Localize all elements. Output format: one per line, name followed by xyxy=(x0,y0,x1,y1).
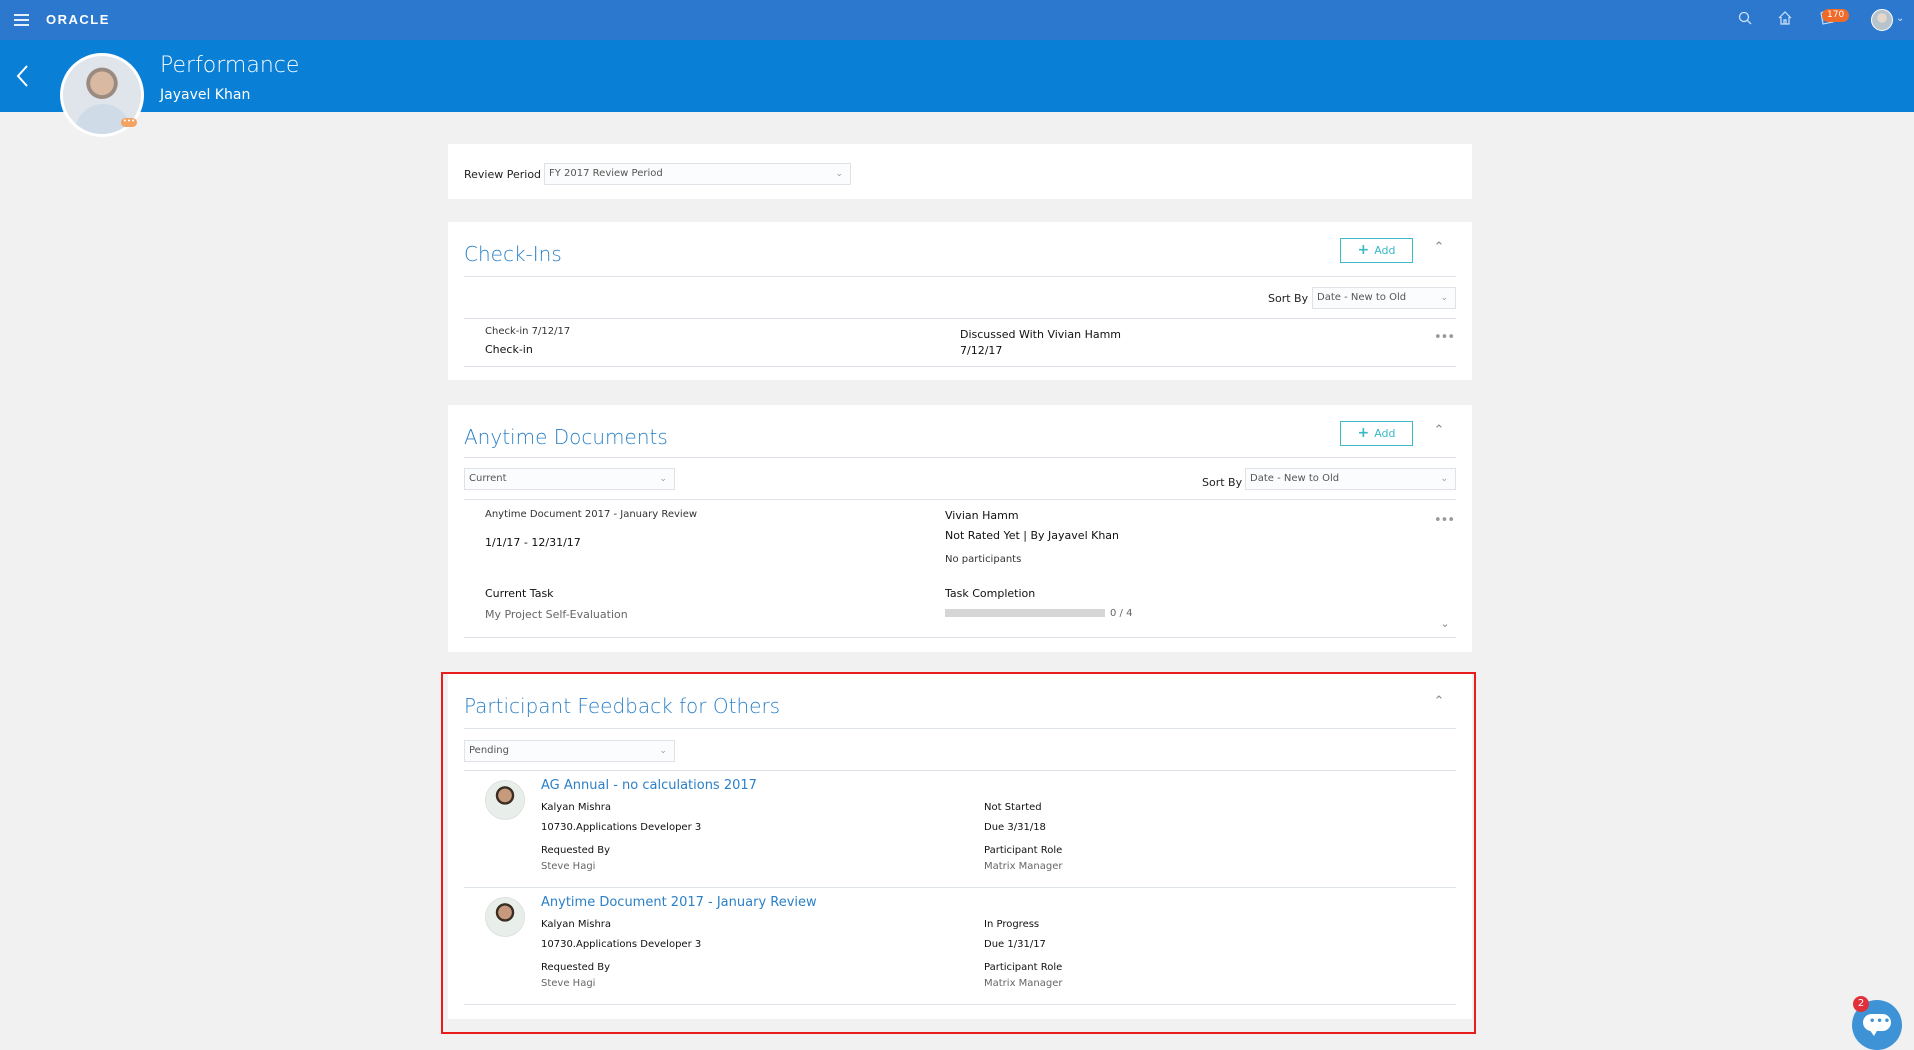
task-completion-count: 0 / 4 xyxy=(1110,608,1133,619)
sort-by-label: Sort By xyxy=(1202,476,1243,489)
participant-feedback-card: Participant Feedback for Others ⌃ Pendin… xyxy=(448,674,1472,1019)
presence-more-icon[interactable]: ••• xyxy=(121,118,137,127)
chevron-down-icon: ⌄ xyxy=(659,474,667,484)
current-task-value: My Project Self-Evaluation xyxy=(485,608,628,621)
feedback-status-filter-select[interactable]: Pending ⌄ xyxy=(464,740,675,762)
user-avatar[interactable] xyxy=(1871,9,1893,31)
more-actions-icon[interactable]: ••• xyxy=(1434,330,1455,345)
anytime-documents-title: Anytime Documents xyxy=(464,425,668,449)
chevron-down-icon[interactable]: ⌄ xyxy=(1896,13,1904,24)
check-in-date: 7/12/17 xyxy=(960,344,1003,357)
chevron-down-icon: ⌄ xyxy=(835,169,843,179)
anytime-documents-card: Anytime Documents + Add ⌃ Current ⌄ Sort … xyxy=(448,405,1472,652)
review-period-card: Review Period FY 2017 Review Period ⌄ xyxy=(448,144,1472,199)
menu-icon[interactable] xyxy=(14,14,29,26)
search-icon[interactable] xyxy=(1735,10,1755,30)
add-check-in-button[interactable]: + Add xyxy=(1340,238,1413,263)
divider xyxy=(464,728,1456,729)
home-icon[interactable] xyxy=(1775,10,1795,30)
feedback-document-link[interactable]: AG Annual - no calculations 2017 xyxy=(541,778,757,793)
top-navigation-bar: ORACLE 170 ⌄ xyxy=(0,0,1914,40)
divider xyxy=(464,637,1456,638)
feedback-document-link[interactable]: Anytime Document 2017 - January Review xyxy=(541,895,817,910)
divider xyxy=(464,499,1456,500)
chevron-down-icon: ⌄ xyxy=(1440,474,1448,484)
requested-by-value: Steve Hagi xyxy=(541,978,596,989)
divider xyxy=(464,318,1456,319)
anytime-documents-sort-select[interactable]: Date - New to Old ⌄ xyxy=(1245,468,1456,490)
participant-role-value: Matrix Manager xyxy=(984,978,1063,989)
divider xyxy=(464,276,1456,277)
chevron-down-icon: ⌄ xyxy=(659,746,667,756)
participant-job: 10730.Applications Developer 3 xyxy=(541,822,702,833)
participant-role-value: Matrix Manager xyxy=(984,861,1063,872)
participant-avatar xyxy=(485,897,525,937)
feedback-due-date: Due 1/31/17 xyxy=(984,939,1046,950)
collapse-chevron-up-icon[interactable]: ⌃ xyxy=(1430,694,1448,709)
document-date-range: 1/1/17 - 12/31/17 xyxy=(485,536,581,549)
expand-chevron-down-icon[interactable]: ⌄ xyxy=(1436,617,1454,631)
oracle-logo: ORACLE xyxy=(46,12,110,27)
page-header: ••• Performance Jayavel Khan xyxy=(0,40,1914,137)
back-button[interactable] xyxy=(14,62,32,90)
divider xyxy=(464,457,1456,458)
current-task-label: Current Task xyxy=(485,587,554,600)
requested-by-label: Requested By xyxy=(541,962,611,973)
feedback-due-date: Due 3/31/18 xyxy=(984,822,1046,833)
check-in-discussed-with: Discussed With Vivian Hamm xyxy=(960,328,1122,341)
divider xyxy=(464,887,1456,888)
participant-feedback-title: Participant Feedback for Others xyxy=(464,694,781,718)
filter-value: Current xyxy=(469,473,507,484)
document-status-filter-select[interactable]: Current ⌄ xyxy=(464,468,675,490)
check-ins-card: Check-Ins + Add ⌃ Sort By Date - New to O… xyxy=(448,222,1472,380)
feedback-status: In Progress xyxy=(984,919,1040,930)
sort-by-label: Sort By xyxy=(1268,292,1309,305)
review-period-select[interactable]: FY 2017 Review Period ⌄ xyxy=(544,163,851,185)
page-title: Performance xyxy=(160,53,300,78)
collapse-chevron-up-icon[interactable]: ⌃ xyxy=(1430,240,1448,255)
check-ins-title: Check-Ins xyxy=(464,242,562,266)
participant-name: Kalyan Mishra xyxy=(541,802,612,813)
participant-name: Kalyan Mishra xyxy=(541,919,612,930)
check-in-link[interactable]: Check-in 7/12/17 xyxy=(485,326,570,337)
plus-icon: + xyxy=(1357,425,1370,441)
participant-role-label: Participant Role xyxy=(984,845,1063,856)
document-link[interactable]: Anytime Document 2017 - January Review xyxy=(485,509,697,520)
divider xyxy=(464,770,1456,771)
requested-by-value: Steve Hagi xyxy=(541,861,596,872)
check-ins-sort-select[interactable]: Date - New to Old ⌄ xyxy=(1312,287,1456,309)
participant-job: 10730.Applications Developer 3 xyxy=(541,939,702,950)
add-label: Add xyxy=(1374,244,1396,257)
divider xyxy=(464,366,1456,367)
document-manager: Vivian Hamm xyxy=(945,509,1019,522)
chat-dots-icon: ••• xyxy=(1869,1016,1892,1027)
add-anytime-document-button[interactable]: + Add xyxy=(1340,421,1413,446)
divider xyxy=(464,1004,1456,1005)
participant-avatar xyxy=(485,780,525,820)
more-actions-icon[interactable]: ••• xyxy=(1434,513,1455,528)
add-label: Add xyxy=(1374,427,1396,440)
feedback-status: Not Started xyxy=(984,802,1042,813)
collapse-chevron-up-icon[interactable]: ⌃ xyxy=(1430,423,1448,438)
participant-role-label: Participant Role xyxy=(984,962,1063,973)
sort-value: Date - New to Old xyxy=(1250,473,1340,484)
no-participants-link[interactable]: No participants xyxy=(945,554,1021,565)
document-rating: Not Rated Yet | By Jayavel Khan xyxy=(945,529,1120,542)
filter-value: Pending xyxy=(469,745,509,756)
task-completion-progress-bar xyxy=(945,609,1105,617)
plus-icon: + xyxy=(1357,242,1370,258)
requested-by-label: Requested By xyxy=(541,845,611,856)
employee-name: Jayavel Khan xyxy=(160,87,251,103)
notification-count-badge: 170 xyxy=(1822,9,1850,22)
review-period-label: Review Period xyxy=(464,168,542,181)
task-completion-label: Task Completion xyxy=(945,587,1036,600)
chevron-down-icon: ⌄ xyxy=(1440,293,1448,303)
chat-unread-badge: 2 xyxy=(1853,996,1869,1012)
review-period-value: FY 2017 Review Period xyxy=(549,168,663,179)
sort-value: Date - New to Old xyxy=(1317,292,1407,303)
check-in-type: Check-in xyxy=(485,343,533,356)
